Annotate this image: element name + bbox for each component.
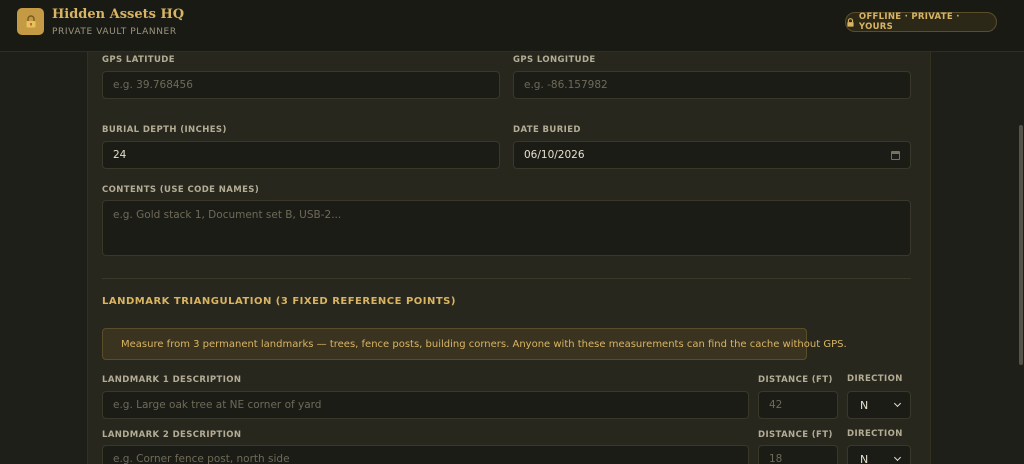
landmark-2-distance-label: DISTANCE (FT): [758, 430, 833, 440]
privacy-badge: OFFLINE · PRIVATE · YOURS: [845, 12, 997, 32]
contents-textarea[interactable]: [102, 200, 911, 256]
date-buried-label: DATE BURIED: [513, 125, 581, 135]
calendar-icon[interactable]: [891, 150, 900, 160]
section-divider: [102, 278, 911, 279]
landmark-2-distance-input[interactable]: [758, 445, 838, 464]
privacy-badge-label: OFFLINE · PRIVATE · YOURS: [858, 12, 960, 32]
date-buried-input[interactable]: 06/10/2026: [513, 141, 911, 169]
contents-label: CONTENTS (USE CODE NAMES): [102, 185, 260, 195]
burial-depth-label: BURIAL DEPTH (INCHES): [102, 125, 227, 135]
landmark-1-direction-select[interactable]: N: [847, 391, 911, 419]
scrollbar-thumb[interactable]: [1019, 125, 1023, 365]
landmark-2-direction-select[interactable]: N: [847, 445, 911, 464]
gps-latitude-input[interactable]: [102, 71, 500, 99]
landmark-1-direction-value: N: [860, 398, 869, 412]
app-header: Hidden Assets HQ PRIVATE VAULT PLANNER O…: [0, 0, 1024, 52]
landmark-1-distance-label: DISTANCE (FT): [758, 375, 833, 385]
chevron-down-icon: [893, 453, 902, 462]
lock-icon: [26, 15, 35, 28]
app-subtitle: PRIVATE VAULT PLANNER: [52, 27, 177, 37]
gps-longitude-input[interactable]: [513, 71, 911, 99]
app-title: Hidden Assets HQ: [52, 7, 185, 22]
date-buried-value: 06/10/2026: [524, 149, 585, 161]
landmark-1-distance-input[interactable]: [758, 391, 838, 419]
lock-icon: [847, 17, 854, 27]
landmark-section-title: LANDMARK TRIANGULATION (3 FIXED REFERENC…: [102, 296, 456, 307]
landmark-1-direction-label: DIRECTION: [847, 374, 903, 384]
landmark-1-label: LANDMARK 1 DESCRIPTION: [102, 375, 242, 385]
landmark-2-direction-label: DIRECTION: [847, 429, 903, 439]
landmark-notice: Measure from 3 permanent landmarks — tre…: [102, 328, 847, 360]
landmark-2-direction-value: N: [860, 452, 869, 464]
gps-latitude-label: GPS LATITUDE: [102, 55, 175, 65]
landmark-2-description-input[interactable]: [102, 445, 749, 464]
landmark-2-label: LANDMARK 2 DESCRIPTION: [102, 430, 242, 440]
logo: [17, 8, 44, 35]
gps-longitude-label: GPS LONGITUDE: [513, 55, 596, 65]
landmark-notice-text: Measure from 3 permanent landmarks — tre…: [121, 338, 847, 350]
landmark-1-description-input[interactable]: [102, 391, 749, 419]
burial-depth-input[interactable]: [102, 141, 500, 169]
chevron-down-icon: [893, 399, 902, 408]
